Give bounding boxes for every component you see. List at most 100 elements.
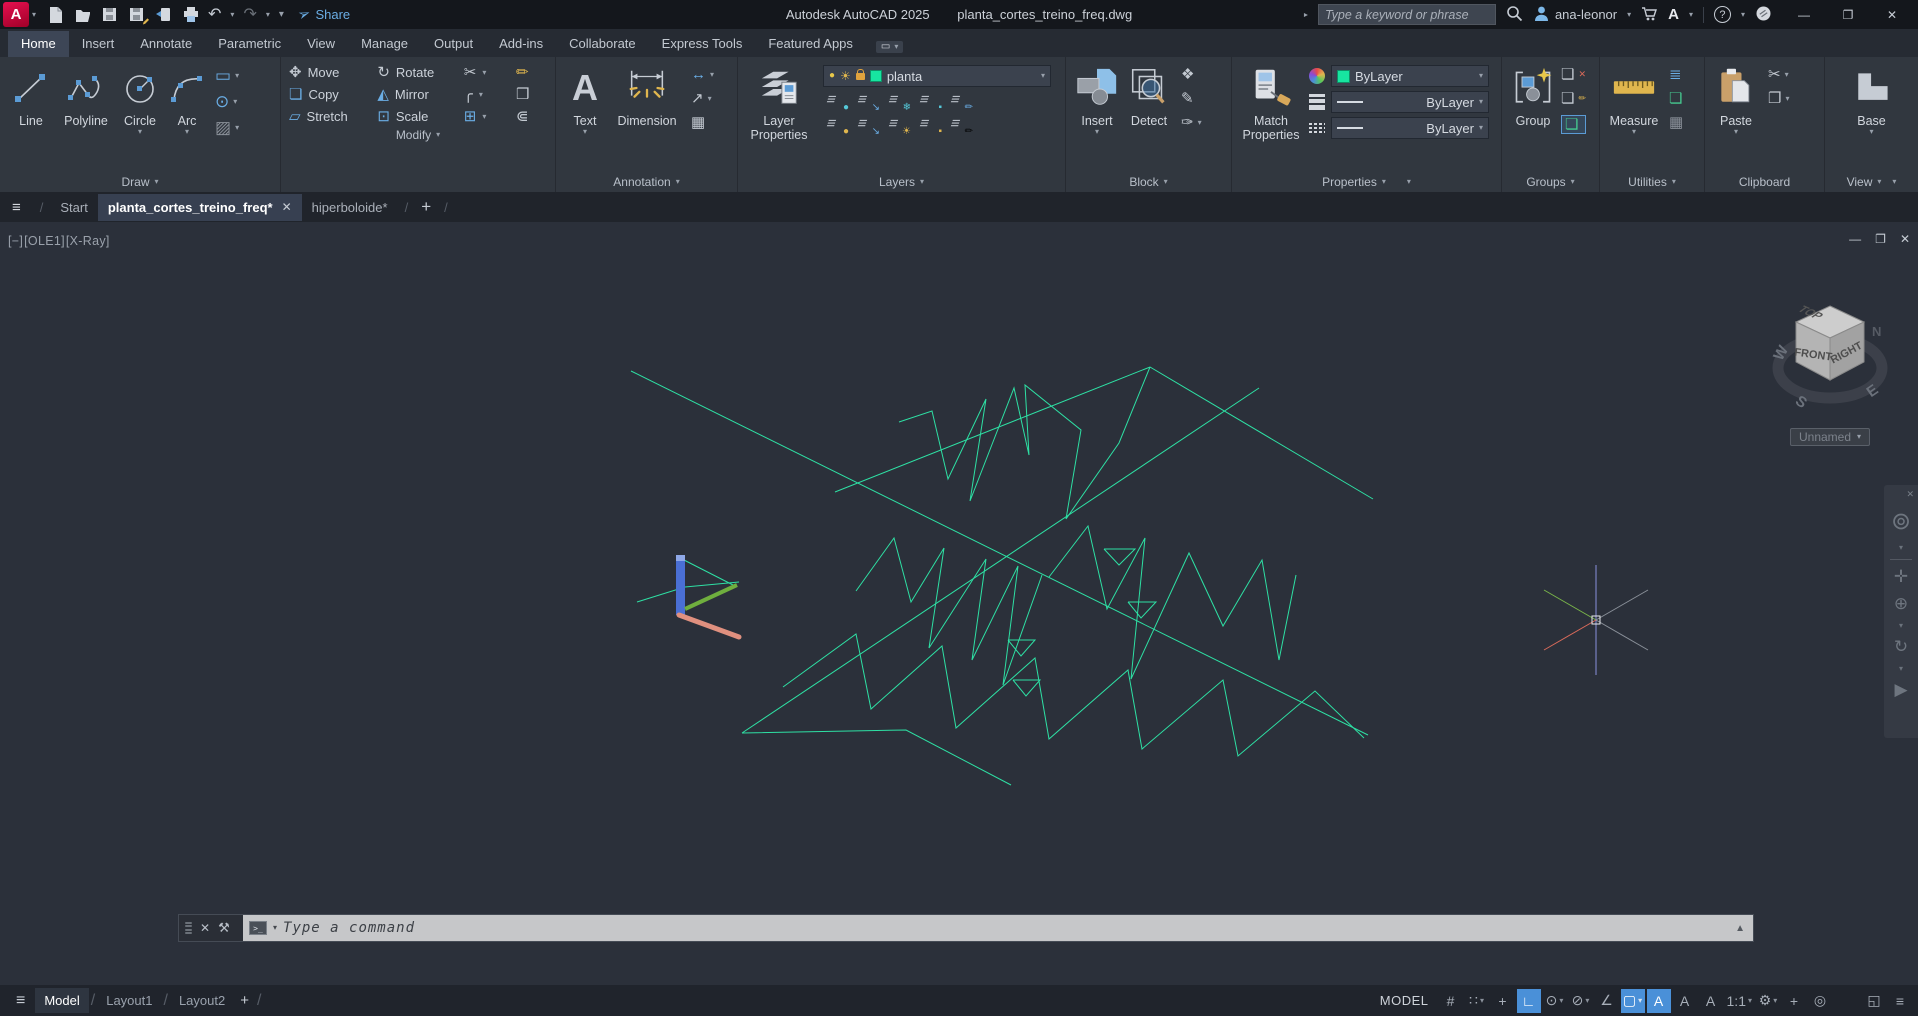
panel-label-view[interactable]: View ▾ ▾ [1825,171,1918,192]
annotation-scale-value[interactable]: 1:1 ▾ [1725,989,1754,1013]
customization-button[interactable]: + [1782,989,1806,1013]
layer-unisolate-button[interactable]: ≡ ↘ [855,115,880,137]
orbit-icon[interactable]: ↻ [1894,637,1908,657]
edit-block-button[interactable]: ✎ [1181,91,1202,106]
object-color-select[interactable]: ByLayer ▾ [1331,65,1489,87]
command-bar-grip[interactable] [185,921,192,935]
redo-caret-icon[interactable]: ▾ [266,10,270,19]
quick-select-button[interactable]: ≣ [1669,67,1683,82]
lineweight-icon[interactable] [1309,94,1325,110]
annotation-autoscale-toggle[interactable]: A [1673,989,1697,1013]
select-similar-button[interactable]: ❏ [1669,91,1683,106]
restore-button[interactable]: ❐ [1826,0,1870,29]
erase-button[interactable]: ✏ [516,65,547,80]
linetype-icon[interactable] [1309,123,1325,133]
panel-label-utilities[interactable]: Utilities ▾ [1600,171,1704,192]
group-selection-toggle[interactable]: ❏ [1561,115,1586,134]
rectangle-button[interactable]: ▭ ▾ [215,67,239,84]
layer-match-button[interactable]: ≡ ✏ [948,115,973,137]
command-input[interactable] [283,920,1730,936]
help-caret-icon[interactable]: ▾ [1741,10,1745,19]
polyline-button[interactable]: Polyline [57,61,115,128]
move-button[interactable]: ✥ Move [289,65,365,80]
tab-manage[interactable]: Manage [348,31,421,57]
file-tab-start[interactable]: Start [50,194,97,221]
command-bar-customize-icon[interactable]: ⚒ [218,920,230,936]
copy-button[interactable]: ❏ Copy [289,87,365,102]
dimension-button[interactable]: Dimension [609,61,685,128]
paste-button[interactable]: Paste ▾ [1710,61,1762,136]
pan-icon[interactable]: ✛ [1894,567,1908,587]
workspace-switching-button[interactable]: ⚙ ▾ [1756,989,1780,1013]
zoom-extents-icon[interactable]: ⊕ [1894,594,1908,614]
share-button[interactable]: ➢ Share [295,4,350,24]
plot-icon[interactable] [181,6,199,24]
viewcube[interactable]: W S E N TOP FRONT RIGHT Unnamed ▾ [1768,284,1892,454]
layer-off-button[interactable]: ≡ ● [824,91,849,113]
annotation-scale-button[interactable]: A [1699,989,1723,1013]
snap-to-point-toggle[interactable]: + [1491,989,1515,1013]
tab-output[interactable]: Output [421,31,486,57]
snap-mode-toggle[interactable]: ∷ ▾ [1465,989,1489,1013]
copy-clip-button[interactable]: ❐ ▾ [1768,91,1789,106]
array-button[interactable]: ⊞ ▾ [464,109,504,124]
viewport-close-icon[interactable]: ✕ [1900,232,1910,246]
new-layout-button[interactable]: + [240,992,249,1009]
save-icon[interactable] [100,6,118,24]
panel-label-block[interactable]: Block ▾ [1066,171,1231,192]
user-menu-caret-icon[interactable]: ▾ [1627,10,1631,19]
clean-screen-button[interactable]: ◱ [1862,989,1886,1013]
new-file-icon[interactable] [46,6,64,24]
search-collapse-icon[interactable]: ▾ [1301,12,1310,16]
create-block-button[interactable]: ❖ [1181,67,1202,82]
navigation-wheel-icon[interactable]: ⊚ [1891,507,1911,536]
leader-button[interactable]: ↗ ▾ [691,91,714,106]
feedback-icon[interactable] [1755,5,1772,25]
layer-lock-button[interactable]: ≡ ▪ [917,91,942,113]
table-button[interactable]: ▦ [691,115,714,130]
redo-icon[interactable]: ↷ [243,6,256,23]
layer-make-current-button[interactable]: ≡ ✏ [948,91,973,113]
command-history-icon[interactable]: ▲ [1735,923,1747,934]
group-button[interactable]: Group [1507,61,1559,128]
user-account[interactable]: ana-leonor [1533,5,1617,25]
annotation-visibility-toggle[interactable]: A [1646,988,1671,1013]
insert-button[interactable]: Insert ▾ [1071,61,1123,136]
status-bar-menu-icon[interactable]: ≡ [1888,989,1912,1013]
linear-dimension-button[interactable]: ↔ ▾ [691,67,714,82]
viewport-minimize-icon[interactable]: — [1849,232,1861,246]
trim-button[interactable]: ✂ ▾ [464,65,504,80]
layer-unlock-button[interactable]: ≡ ▪ [917,115,942,137]
ungroup-button[interactable]: ❏ ✕ [1561,67,1586,82]
panel-label-layers[interactable]: Layers ▾ [738,171,1065,192]
viewport-restore-icon[interactable]: ❐ [1875,232,1886,246]
open-file-icon[interactable] [73,6,91,24]
cart-icon[interactable] [1641,5,1658,25]
offset-button[interactable]: ⋐ [516,109,547,124]
tab-annotate[interactable]: Annotate [127,31,205,57]
save-as-icon[interactable] [127,6,145,24]
ellipse-button[interactable]: ⊙ ▾ [215,93,239,110]
detect-button[interactable]: Detect [1123,61,1175,128]
open-from-web-mobile-icon[interactable] [154,6,172,24]
tab-parametric[interactable]: Parametric [205,31,294,57]
search-icon[interactable] [1506,5,1523,25]
autocad-app-icon[interactable]: A [3,2,29,27]
lineweight-select[interactable]: ByLayer ▾ [1331,91,1489,113]
quick-calculator-button[interactable]: ▦ [1669,115,1683,130]
file-tab-current[interactable]: planta_cortes_treino_freq* ✕ [97,193,302,221]
autodesk-menu-caret-icon[interactable]: ▾ [1689,10,1693,19]
text-button[interactable]: A Text ▾ [561,61,609,136]
panel-label-groups[interactable]: Groups ▾ [1502,171,1599,192]
customize-qat-icon[interactable]: ▾ [279,9,284,20]
viewcube-north-label[interactable]: N [1872,324,1881,339]
autodesk-logo-icon[interactable]: A [1668,6,1679,23]
tab-featured-apps[interactable]: Featured Apps [755,31,866,57]
undo-caret-icon[interactable]: ▾ [230,10,234,19]
isodraft-toggle[interactable]: ⊘ ▾ [1569,989,1593,1013]
file-tab-hiperboloide[interactable]: hiperboloide* [302,194,398,221]
panel-label-annotation[interactable]: Annotation ▾ [556,171,737,192]
file-tab-close-icon[interactable]: ✕ [282,200,292,214]
navbar-close-icon[interactable]: ✕ [1906,489,1914,500]
match-properties-button[interactable]: Match Properties [1237,61,1305,143]
